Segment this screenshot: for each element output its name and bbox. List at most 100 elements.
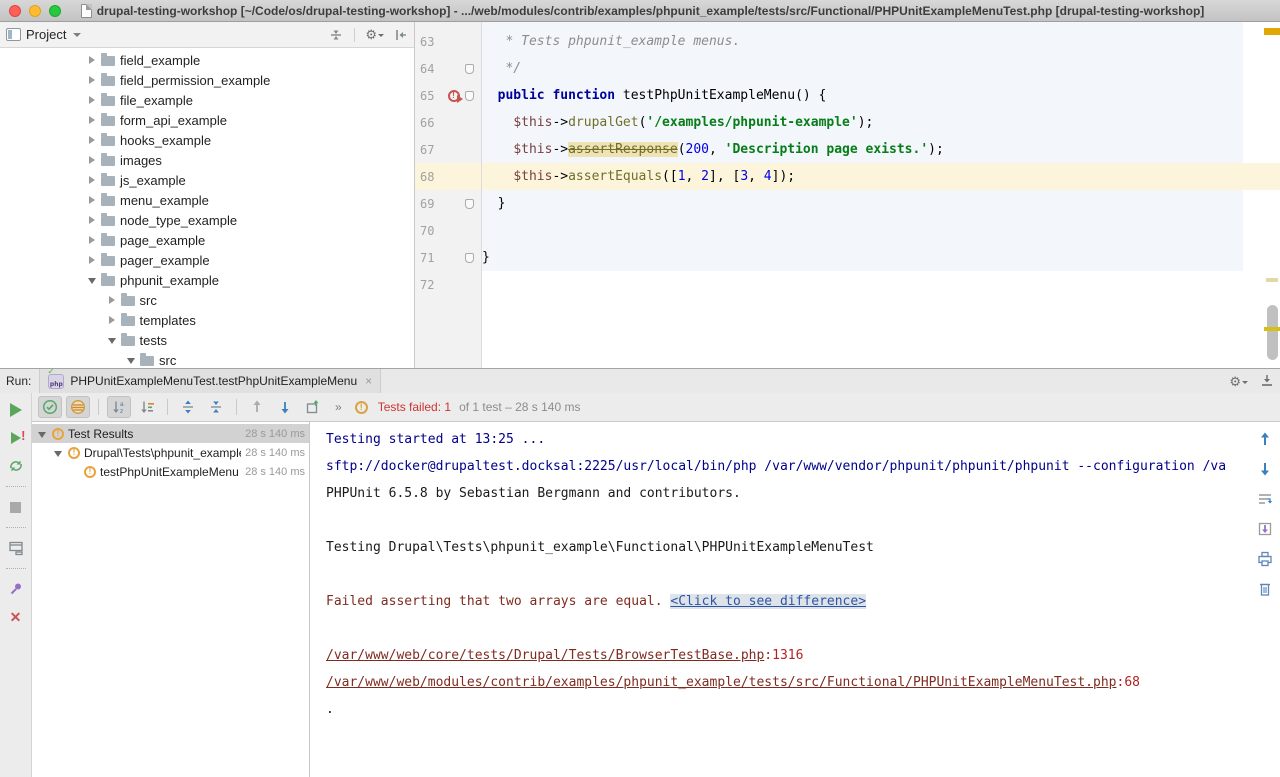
project-tree-item[interactable]: tests [0,330,414,350]
close-panel-button[interactable]: ✕ [4,605,28,629]
gutter[interactable]: 70 [415,217,482,244]
sort-by-duration-icon[interactable] [135,396,159,418]
expand-all-icon[interactable] [176,396,200,418]
code-line[interactable]: 66 $this->drupalGet('/examples/phpunit-e… [415,109,1280,136]
project-tree-item[interactable]: js_example [0,170,414,190]
gutter[interactable]: 67 [415,136,482,163]
project-tree-item[interactable]: menu_example [0,190,414,210]
gutter[interactable]: 66 [415,109,482,136]
gutter[interactable]: 69 [415,190,482,217]
code-text[interactable]: $this->drupalGet('/examples/phpunit-exam… [482,109,1280,136]
minimize-panel-icon[interactable] [1260,373,1274,390]
rerun-button[interactable] [4,398,28,422]
error-stripe-mark-yellow[interactable] [1264,327,1280,331]
chevron-right-icon[interactable] [88,256,96,264]
fold-marker-icon[interactable] [465,199,474,209]
chevron-right-icon[interactable] [108,316,116,324]
fold-marker-icon[interactable] [465,253,474,263]
show-ignored-icon[interactable] [66,396,90,418]
project-tree-item[interactable]: phpunit_example [0,270,414,290]
project-tree-item[interactable]: field_permission_example [0,70,414,90]
chevron-down-icon[interactable] [127,356,135,364]
scroll-to-end-icon[interactable] [1256,520,1274,538]
gutter[interactable]: 72 [415,271,482,298]
project-tree-item[interactable]: file_example [0,90,414,110]
hide-panel-icon[interactable] [394,28,408,42]
zoom-window-button[interactable] [49,5,61,17]
more-actions-icon[interactable]: » [335,400,343,414]
soft-wrap-icon[interactable] [1256,490,1274,508]
test-tree-row[interactable]: !Drupal\Tests\phpunit_example\Functional… [32,443,309,462]
chevron-right-icon[interactable] [108,296,116,304]
collapse-all-icon[interactable] [204,396,228,418]
chevron-down-icon[interactable] [54,448,64,458]
test-tree-row[interactable]: !Test Results28 s 140 ms [32,424,309,443]
chevron-right-icon[interactable] [88,116,96,124]
project-tree-item[interactable]: templates [0,310,414,330]
project-tree-item[interactable]: images [0,150,414,170]
gutter[interactable]: 65! [415,82,482,109]
project-tree-item[interactable]: src [0,350,414,368]
chevron-down-icon[interactable] [88,276,96,284]
up-stacktrace-icon[interactable] [1256,430,1274,448]
code-line[interactable]: 67 $this->assertResponse(200, 'Descripti… [415,136,1280,163]
minimize-window-button[interactable] [29,5,41,17]
error-stripe-mark[interactable] [1266,278,1278,282]
code-text[interactable]: } [482,244,1280,271]
error-stripe-warning-mark[interactable] [1264,28,1280,35]
chevron-right-icon[interactable] [88,136,96,144]
stop-button[interactable] [4,495,28,519]
gear-icon[interactable]: ⚙ [365,27,384,42]
console-link[interactable]: <Click to see difference> [670,594,866,609]
rerun-failed-tests-button[interactable]: ! [4,426,28,450]
code-editor[interactable]: 63 * Tests phpunit_example menus.64 */65… [415,22,1280,368]
close-tab-icon[interactable]: × [365,374,372,388]
chevron-right-icon[interactable] [88,56,96,64]
code-line[interactable]: 65! public function testPhpUnitExampleMe… [415,82,1280,109]
code-text[interactable]: * Tests phpunit_example menus. [482,28,1280,55]
code-line[interactable]: 63 * Tests phpunit_example menus. [415,28,1280,55]
project-tree-item[interactable]: page_example [0,230,414,250]
test-tree-row[interactable]: !testPhpUnitExampleMenu28 s 140 ms [32,462,309,481]
chevron-down-icon[interactable] [108,336,116,344]
project-tree-item[interactable]: src [0,290,414,310]
project-tree-item[interactable]: pager_example [0,250,414,270]
code-text[interactable]: $this->assertEquals([1, 2], [3, 4]); [482,163,1280,190]
code-line[interactable]: 69 } [415,190,1280,217]
chevron-right-icon[interactable] [88,156,96,164]
console-link[interactable]: /var/www/web/modules/contrib/examples/ph… [326,675,1117,690]
test-console[interactable]: Testing started at 13:25 ...sftp://docke… [310,422,1280,777]
code-line[interactable]: 70 [415,217,1280,244]
gutter[interactable]: 71 [415,244,482,271]
console-link[interactable]: /var/www/web/core/tests/Drupal/Tests/Bro… [326,648,764,663]
collapse-all-icon[interactable] [328,27,344,43]
toggle-auto-test-button[interactable] [4,454,28,478]
code-line[interactable]: 71} [415,244,1280,271]
code-text[interactable]: } [482,190,1280,217]
code-text[interactable]: public function testPhpUnitExampleMenu()… [482,82,1280,109]
gutter[interactable]: 63 [415,28,482,55]
chevron-down-icon[interactable] [38,429,48,439]
code-text[interactable]: $this->assertResponse(200, 'Description … [482,136,1280,163]
project-view-selector[interactable]: Project [6,27,81,42]
run-configuration-tab[interactable]: php PHPUnitExampleMenuTest.testPhpUnitEx… [39,369,381,393]
editor-scrollbar[interactable] [1267,305,1278,360]
clear-console-icon[interactable] [1256,580,1274,598]
chevron-right-icon[interactable] [88,216,96,224]
project-tree-item[interactable]: field_example [0,50,414,70]
restore-layout-button[interactable] [4,536,28,560]
pin-tab-button[interactable] [4,577,28,601]
fold-marker-icon[interactable] [465,91,474,101]
code-text[interactable]: */ [482,55,1280,82]
chevron-right-icon[interactable] [88,76,96,84]
down-stacktrace-icon[interactable] [1256,460,1274,478]
show-passed-icon[interactable] [38,396,62,418]
code-text[interactable] [482,217,1280,244]
fold-marker-icon[interactable] [465,64,474,74]
next-failed-test-icon[interactable] [273,396,297,418]
code-text[interactable] [482,271,1280,298]
gutter[interactable]: 68 [415,163,482,190]
test-failed-gutter-icon[interactable]: ! [448,90,460,102]
close-window-button[interactable] [9,5,21,17]
chevron-right-icon[interactable] [88,196,96,204]
